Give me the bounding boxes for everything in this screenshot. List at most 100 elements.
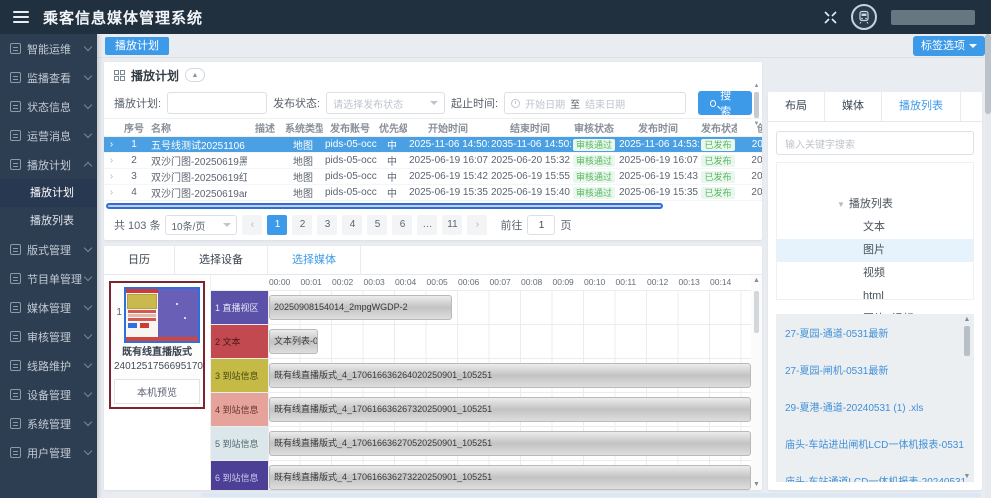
layout-thumbnail[interactable] — [124, 287, 200, 343]
chevron-down-icon — [84, 331, 92, 339]
sidebar-subitem-播放列表[interactable]: 播放列表 — [0, 207, 97, 235]
page-size-select[interactable]: 10条/页 — [165, 215, 237, 235]
row-cell: 审核通过 — [571, 155, 617, 167]
table-row[interactable]: ›1五号线测试20251106地图pids-05-occ中2025-11-06 … — [104, 137, 762, 153]
row-expand-icon[interactable]: › — [104, 155, 119, 166]
table-row[interactable]: ›2双沙门图-20250619黑体1地图pids-05-occ中2025-06-… — [104, 153, 762, 169]
library-search-box[interactable]: 输入关键字搜索 — [776, 131, 974, 155]
chevron-up-icon — [84, 162, 92, 170]
goto-page-input[interactable] — [527, 215, 555, 235]
row-expand-icon[interactable]: › — [104, 171, 119, 182]
sidebar-menu: 智能运维监播查看状态信息运营消息播放计划播放计划播放列表版式管理节目单管理媒体管… — [0, 34, 97, 498]
tab-选择设备[interactable]: 选择设备 — [175, 246, 268, 274]
tree-node-视频[interactable]: 视频 — [777, 262, 973, 285]
date-range-picker[interactable]: 开始日期 至 结束日期 — [504, 92, 686, 114]
page-button-5[interactable]: 5 — [367, 215, 387, 235]
table-vertical-scrollbar[interactable]: ▲▼ — [752, 82, 761, 148]
sidebar-item-监播查看[interactable]: 监播查看 — [0, 63, 97, 92]
file-item[interactable]: 29-夏港-通道-20240531 (1) .xls — [776, 388, 974, 425]
page-button-11[interactable]: 11 — [442, 215, 462, 235]
sidebar-item-审核管理[interactable]: 审核管理 — [0, 322, 97, 351]
sidebar-item-播放计划[interactable]: 播放计划 — [0, 150, 97, 179]
scroll-up-icon[interactable]: ▲ — [751, 277, 762, 284]
library-tab-布局[interactable]: 布局 — [768, 92, 825, 121]
tab-选择媒体[interactable]: 选择媒体 — [268, 246, 361, 274]
sidebar-item-智能运维[interactable]: 智能运维 — [0, 34, 97, 63]
page-button-1[interactable]: 1 — [267, 215, 287, 235]
library-tabs: 布局媒体播放列表 — [768, 92, 982, 122]
tab-chip-play-plan[interactable]: 播放计划 — [105, 37, 169, 55]
table-row[interactable]: ›3双沙门图-20250619红色快地图pids-05-occ中2025-06-… — [104, 169, 762, 185]
col-序号: 序号 — [119, 120, 149, 135]
sidebar-subitem-播放计划[interactable]: 播放计划 — [0, 179, 97, 207]
sidebar-item-系统管理[interactable]: 系统管理 — [0, 409, 97, 438]
sidebar-item-节目单管理[interactable]: 节目单管理 — [0, 264, 97, 293]
tree-node-html[interactable]: html — [777, 285, 973, 308]
sidebar-item-label: 智能运维 — [27, 41, 85, 57]
sidebar-item-版式管理[interactable]: 版式管理 — [0, 235, 97, 264]
chevron-down-icon — [84, 302, 92, 310]
file-item[interactable]: 庙头-车站通道LCD一体机报表-20240531 — [776, 462, 974, 482]
plan-name-input[interactable] — [167, 92, 267, 114]
library-tab-播放列表[interactable]: 播放列表 — [882, 92, 961, 121]
sidebar-item-label: 媒体管理 — [27, 300, 85, 316]
page-button-6[interactable]: 6 — [392, 215, 412, 235]
timeline-vertical-scrollbar[interactable]: ▲ ▼ — [751, 275, 762, 490]
row-cell: 2025-06-19 15:43:31 — [617, 171, 699, 182]
tree-node-文本[interactable]: 文本 — [777, 216, 973, 239]
library-tab-媒体[interactable]: 媒体 — [825, 92, 882, 121]
media-bar[interactable]: 20250908154014_2mpgWGDP-2 — [269, 295, 452, 320]
media-bar[interactable]: 文本列表-0705 — [269, 329, 318, 354]
file-item[interactable]: 27-夏园-通道-0531最新 — [776, 314, 974, 351]
sidebar-item-媒体管理[interactable]: 媒体管理 — [0, 293, 97, 322]
page-button-2[interactable]: 2 — [292, 215, 312, 235]
system-icon — [10, 418, 21, 429]
next-page-button[interactable]: › — [467, 215, 487, 235]
status-badge: 审核通过 — [573, 139, 615, 151]
goto-label: 前往 — [500, 217, 522, 233]
page-ellipsis[interactable]: … — [417, 215, 437, 235]
collapse-section-button[interactable]: ▲ — [185, 68, 205, 82]
col-发布状态: 发布状态 — [699, 120, 737, 135]
row-cell: 1 — [119, 139, 149, 150]
publish-status-select[interactable]: 请选择发布状态 — [326, 92, 445, 114]
device-template-id: 2401251756695170 — [114, 360, 200, 374]
device-index: 1 — [114, 287, 124, 343]
local-preview-button[interactable]: 本机预览 — [114, 379, 200, 404]
ops-icon — [10, 43, 21, 54]
pagination-bar: 共 103 条 10条/页 ‹ 123456…11 › 前往 页 — [104, 210, 762, 240]
search-button[interactable]: 搜索 — [698, 91, 752, 115]
sidebar-item-状态信息[interactable]: 状态信息 — [0, 92, 97, 121]
hamburger-menu-icon[interactable] — [13, 11, 29, 23]
page-vertical-scrollbar[interactable] — [985, 34, 991, 498]
scroll-down-icon[interactable]: ▼ — [751, 481, 762, 488]
media-bar[interactable]: 既有线直播版式_4_170616636273220250901_105251 — [269, 465, 751, 490]
prev-page-button[interactable]: ‹ — [242, 215, 262, 235]
table-row[interactable]: ›4双沙门图-20250619arial地图pids-05-occ中2025-0… — [104, 185, 762, 201]
row-expand-icon[interactable]: › — [104, 139, 119, 150]
sidebar-item-用户管理[interactable]: 用户管理 — [0, 438, 97, 467]
user-avatar-train-icon[interactable] — [851, 4, 877, 30]
row-expand-icon[interactable]: › — [104, 187, 119, 198]
file-item[interactable]: 庙头-车站进出闸机LCD一体机报表-0531 — [776, 425, 974, 462]
file-list-scrollbar[interactable]: ▲▼ — [962, 316, 972, 480]
tree-node-图片[interactable]: 图片 — [777, 239, 973, 262]
sidebar-item-运营消息[interactable]: 运营消息 — [0, 121, 97, 150]
sidebar-item-设备管理[interactable]: 设备管理 — [0, 380, 97, 409]
table-horizontal-scrollbar[interactable] — [106, 202, 754, 210]
media-bar[interactable]: 既有线直播版式_4_170616636264020250901_105251 — [269, 363, 751, 388]
layout-icon — [10, 244, 21, 255]
sidebar-item-线路维护[interactable]: 线路维护 — [0, 351, 97, 380]
page-horizontal-scrollbar[interactable] — [201, 493, 981, 497]
tree-root-playlist[interactable]: ▼播放列表 — [777, 193, 973, 216]
device-card[interactable]: 1 — [109, 281, 205, 409]
media-bar[interactable]: 既有线直播版式_4_170616636267320250901_105251 — [269, 397, 751, 422]
tab-日历[interactable]: 日历 — [104, 246, 175, 274]
page-button-4[interactable]: 4 — [342, 215, 362, 235]
timeline-row: 4 到站信息既有线直播版式_4_170616636267320250901_10… — [211, 392, 751, 426]
page-button-3[interactable]: 3 — [317, 215, 337, 235]
tag-options-button[interactable]: 标签选项 — [913, 36, 985, 56]
media-bar[interactable]: 既有线直播版式_4_170616636270520250901_105251 — [269, 431, 751, 456]
file-item[interactable]: 27-夏园-闸机-0531最新 — [776, 351, 974, 388]
fullscreen-icon[interactable] — [824, 11, 837, 24]
